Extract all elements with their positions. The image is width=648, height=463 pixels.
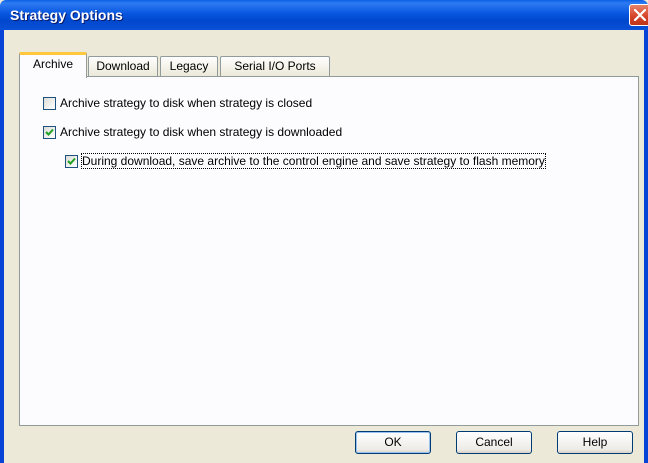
archive-panel: Archive strategy to disk when strategy i… bbox=[19, 76, 639, 426]
window-frame-left bbox=[0, 30, 4, 463]
archive-on-close-label: Archive strategy to disk when strategy i… bbox=[60, 96, 313, 110]
close-button[interactable] bbox=[629, 4, 648, 26]
ok-button[interactable]: OK bbox=[355, 431, 431, 454]
title-bar[interactable]: Strategy Options bbox=[0, 0, 648, 30]
window-frame-right bbox=[644, 30, 648, 463]
checkmark-icon bbox=[45, 128, 54, 136]
option-archive-on-close[interactable]: Archive strategy to disk when strategy i… bbox=[43, 95, 312, 111]
tab-archive[interactable]: Archive bbox=[19, 52, 87, 78]
window-title: Strategy Options bbox=[10, 7, 123, 23]
option-archive-on-download[interactable]: Archive strategy to disk when strategy i… bbox=[43, 124, 342, 140]
close-icon bbox=[634, 9, 646, 21]
archive-on-download-checkbox[interactable] bbox=[43, 125, 56, 139]
tab-legacy[interactable]: Legacy bbox=[160, 56, 218, 76]
tab-serial-io-ports[interactable]: Serial I/O Ports bbox=[220, 56, 330, 76]
cancel-button[interactable]: Cancel bbox=[456, 431, 532, 454]
save-to-flash-checkbox[interactable] bbox=[65, 154, 78, 168]
checkmark-icon bbox=[67, 157, 76, 165]
tab-download[interactable]: Download bbox=[88, 56, 158, 76]
save-to-flash-label: During download, save archive to the con… bbox=[81, 153, 546, 169]
help-button[interactable]: Help bbox=[557, 431, 633, 454]
archive-on-download-label: Archive strategy to disk when strategy i… bbox=[60, 125, 343, 139]
option-save-to-flash[interactable]: During download, save archive to the con… bbox=[65, 153, 546, 169]
archive-on-close-checkbox[interactable] bbox=[43, 96, 56, 110]
